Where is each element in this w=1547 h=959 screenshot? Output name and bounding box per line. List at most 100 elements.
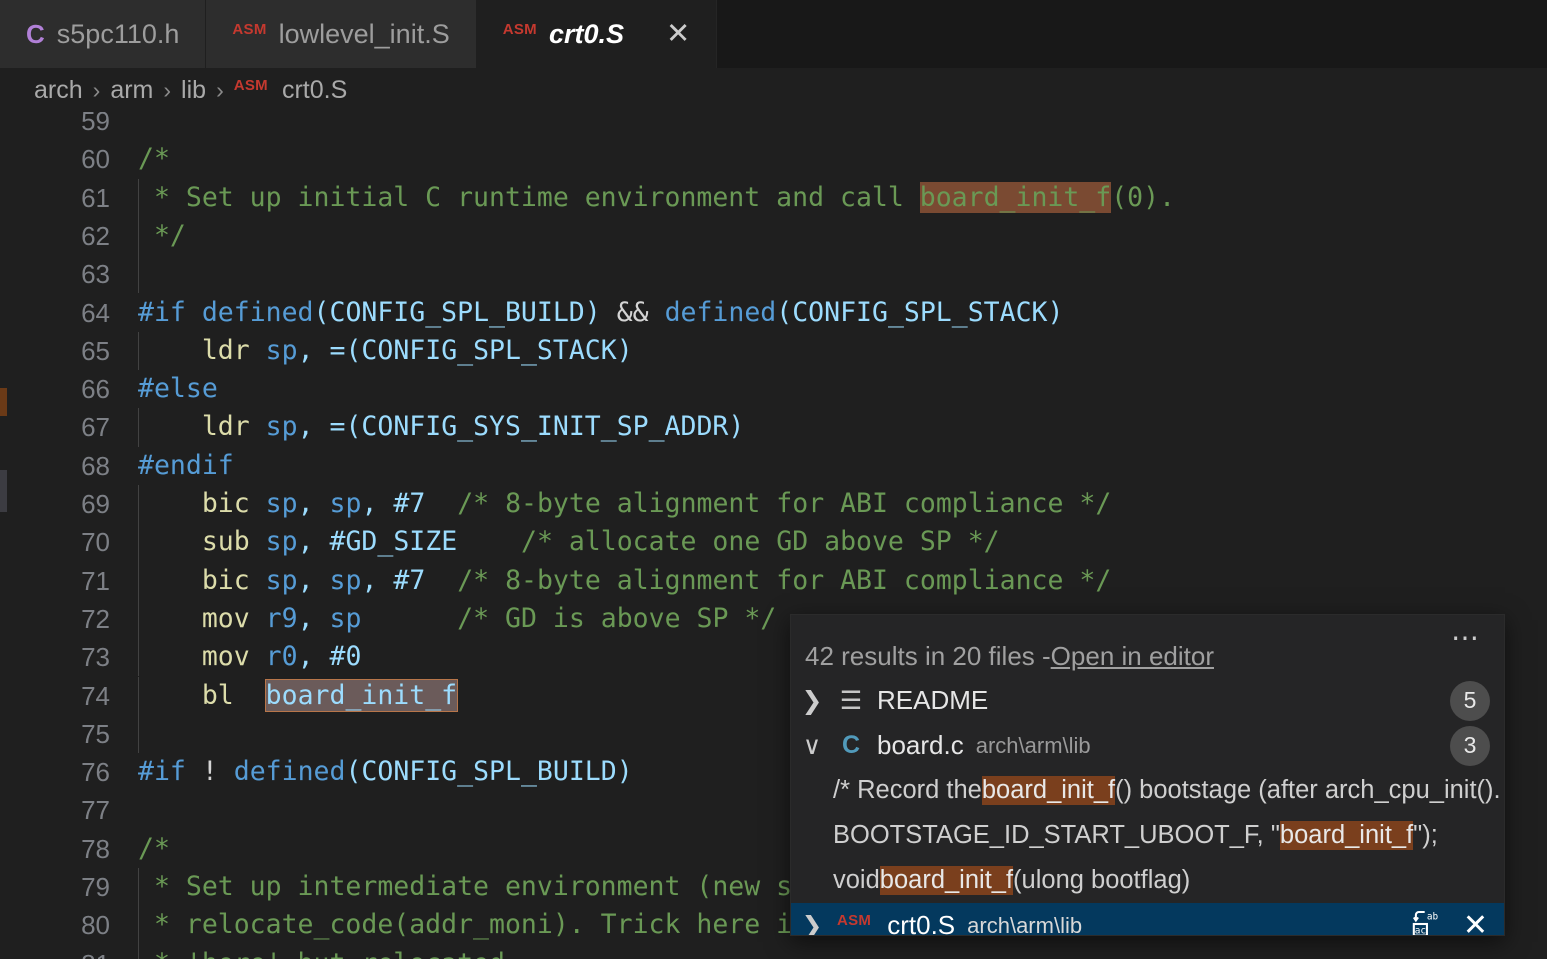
breadcrumb-item-arm[interactable]: arm <box>110 76 153 105</box>
line-number: 72 <box>81 603 110 634</box>
line-number: 68 <box>81 450 110 481</box>
code-token: sp <box>329 602 362 634</box>
result-file-name: board.c <box>877 730 964 760</box>
code-token: #if <box>138 756 202 788</box>
code-line[interactable]: 66 #else <box>0 370 1547 408</box>
code-line[interactable]: 64 #if defined(CONFIG_SPL_BUILD) && defin… <box>0 294 1547 332</box>
code-token: * Set up initial C runtime environment a… <box>138 181 920 213</box>
asm-file-icon: ASM <box>502 20 537 38</box>
code-token: ) <box>584 296 617 328</box>
code-token: /* <box>138 832 170 864</box>
code-token: , <box>297 411 330 443</box>
match-result-row[interactable]: void board_init_f (ulong bootflag) <box>791 858 1504 903</box>
code-line[interactable]: 59 <box>0 112 1547 140</box>
current-find-match: board_init_f <box>264 678 459 712</box>
line-text: /* <box>138 140 170 178</box>
code-line[interactable]: 61 * Set up initial C runtime environmen… <box>0 178 1547 217</box>
line-number: 62 <box>81 220 110 251</box>
line-text: * Set up initial C runtime environment a… <box>138 179 1175 217</box>
replace-all-icon[interactable]: ac ab <box>1411 909 1441 936</box>
code-token: ldr <box>201 411 250 443</box>
code-token: , <box>297 641 330 673</box>
match-prefix: /* Record the <box>833 776 982 804</box>
match-result-row[interactable]: /* Record the board_init_f() bootstage (… <box>791 768 1504 813</box>
chevron-right-icon[interactable]: ❯ <box>799 686 825 716</box>
match-suffix: (ulong bootflag) <box>1013 866 1191 894</box>
c-file-icon: C <box>841 731 861 759</box>
match-result-row[interactable]: BOOTSTAGE_ID_START_UBOOT_F, " board_init_… <box>791 813 1504 858</box>
code-token: =(CONFIG_SPL_STACK) <box>329 334 633 366</box>
code-token: mov <box>201 641 250 673</box>
asm-file-icon: ASM <box>837 912 872 929</box>
editor-tab-crt0-s[interactable]: ASM crt0.S ✕ <box>476 0 718 68</box>
line-text: #endif <box>138 447 234 485</box>
chevron-down-icon[interactable]: ∨ <box>799 731 825 761</box>
match-prefix: BOOTSTAGE_ID_START_UBOOT_F, " <box>833 821 1280 849</box>
result-count-badge: 5 <box>1450 680 1490 721</box>
breadcrumb-item-lib[interactable]: lib <box>181 76 206 105</box>
open-in-editor-link[interactable]: Open in editor <box>1051 641 1214 672</box>
line-number: 66 <box>81 374 110 405</box>
code-line[interactable]: 81 * 'here' but relocated. <box>0 944 1547 959</box>
code-line[interactable]: 65 ldr sp, =(CONFIG_SPL_STACK) <box>0 331 1547 371</box>
code-token: , <box>297 564 330 596</box>
dismiss-icon[interactable]: ✕ <box>1463 910 1488 935</box>
line-number: 70 <box>81 527 110 558</box>
svg-text:ac: ac <box>1415 925 1426 936</box>
line-text: bic sp, sp, #7 /* 8-byte alignment for A… <box>138 485 1112 523</box>
code-line[interactable]: 63 <box>0 255 1547 294</box>
chevron-right-icon[interactable]: ❯ <box>799 911 825 936</box>
code-token: , <box>297 526 330 558</box>
code-token: CONFIG_SPL_STACK <box>792 296 1048 328</box>
code-line[interactable]: 60 /* <box>0 140 1547 178</box>
line-number: 69 <box>81 489 110 519</box>
text-file-icon: ☰ <box>839 686 863 715</box>
editor-tab-s5pc110-h[interactable]: Cs5pc110.h <box>0 0 207 68</box>
indent-guide <box>138 255 139 294</box>
file-result-board-c[interactable]: ∨ Cboard.c arch\arm\lib 3 <box>791 723 1504 768</box>
code-line[interactable]: 62 */ <box>0 216 1547 256</box>
editor-tab-lowlevel-init-s[interactable]: ASM lowlevel_init.S <box>206 0 477 68</box>
code-line[interactable]: 70 sub sp, #GD_SIZE /* allocate one GD a… <box>0 523 1547 562</box>
code-token: , <box>297 488 330 519</box>
close-icon[interactable]: ✕ <box>666 19 690 49</box>
code-token: defined <box>664 296 777 328</box>
file-result-readme[interactable]: ❯ ☰ README 5 <box>791 678 1504 723</box>
result-file-path: arch\arm\lib <box>967 912 1083 936</box>
breadcrumb-item-arch[interactable]: arch <box>34 76 83 105</box>
indent-guide <box>138 714 139 754</box>
code-token: #7 <box>393 564 426 596</box>
line-number: 77 <box>81 795 110 826</box>
code-line[interactable]: 69 bic sp, sp, #7 /* 8-byte alignment fo… <box>0 485 1547 524</box>
more-actions-icon[interactable]: ⋯ <box>1451 624 1482 652</box>
result-file-name: crt0.S <box>887 910 956 936</box>
line-text: #if ! defined(CONFIG_SPL_BUILD) <box>138 753 633 791</box>
code-token: CONFIG_SPL_BUILD <box>361 756 617 788</box>
code-line[interactable]: 68 #endif <box>0 447 1547 485</box>
match-highlight: board_init_f <box>1279 821 1414 850</box>
code-token: sp <box>265 564 298 596</box>
code-token: (0). <box>1111 181 1176 213</box>
breadcrumb-item-crt0-s[interactable]: crt0.S <box>282 76 347 105</box>
line-number: 65 <box>81 335 110 366</box>
results-tree[interactable]: ❯ ☰ README 5 ∨ Cboard.c arch\arm\lib 3/* Record… <box>791 678 1504 936</box>
code-token: sp <box>329 564 362 596</box>
asm-file-icon: ASM <box>233 76 268 94</box>
code-line[interactable]: 67 ldr sp, =(CONFIG_SYS_INIT_SP_ADDR) <box>0 408 1547 447</box>
code-token: ) <box>616 756 633 788</box>
file-result-crt0-s[interactable]: ❯ ASM crt0.S arch\arm\lib ac ab ✕ <box>791 903 1504 936</box>
line-number: 64 <box>81 297 110 328</box>
code-line[interactable]: 71 bic sp, sp, #7 /* 8-byte alignment fo… <box>0 561 1547 600</box>
search-results-peek-panel[interactable]: ⋯ 42 results in 20 files - Open in edito… <box>790 614 1505 936</box>
code-token: #0 <box>329 641 362 673</box>
match-highlight: board_init_f <box>879 866 1014 895</box>
code-token: * 'here' but relocated. <box>138 948 521 959</box>
